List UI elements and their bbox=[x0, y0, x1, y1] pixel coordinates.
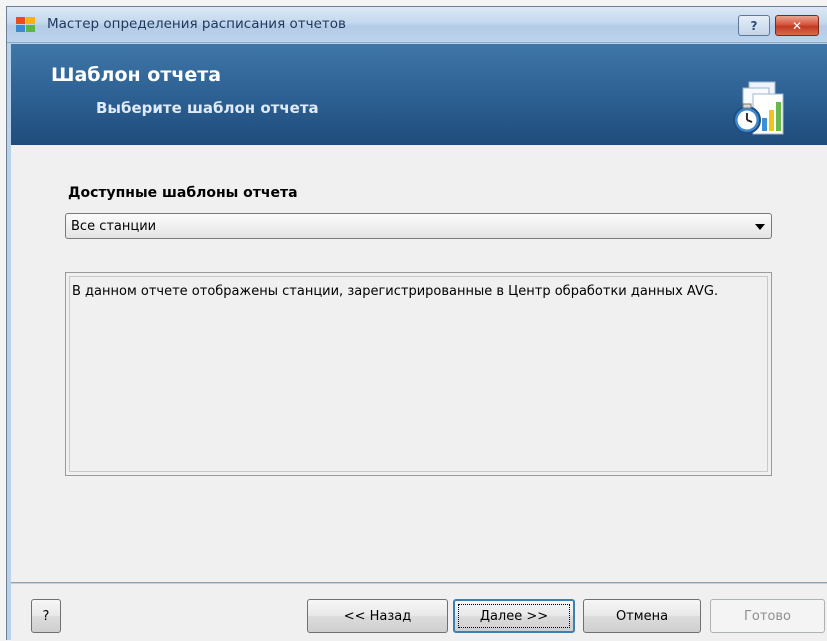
page-subtitle: Выберите шаблон отчета bbox=[96, 99, 319, 117]
page-title: Шаблон отчета bbox=[51, 64, 222, 86]
window-title: Мастер определения расписания отчетов bbox=[47, 16, 346, 32]
templates-label: Доступные шаблоны отчета bbox=[68, 185, 298, 201]
template-select[interactable]: Все станции bbox=[65, 213, 772, 239]
finish-button: Готово bbox=[710, 599, 825, 633]
next-button[interactable]: Далее >> bbox=[453, 599, 575, 633]
title-bar[interactable]: Мастер определения расписания отчетов ? … bbox=[7, 7, 827, 43]
help-button[interactable]: ? bbox=[31, 599, 61, 633]
focus-ring bbox=[458, 604, 570, 628]
back-button[interactable]: << Назад bbox=[307, 599, 448, 633]
wizard-footer: ? << Назад Далее >> Отмена Готово bbox=[11, 584, 827, 641]
template-select-value: Все станции bbox=[71, 219, 157, 234]
wizard-window: Мастер определения расписания отчетов ? … bbox=[6, 6, 827, 641]
template-description-box: В данном отчете отображены станции, заре… bbox=[65, 272, 772, 476]
title-help-button[interactable]: ? bbox=[738, 15, 770, 36]
template-description: В данном отчете отображены станции, заре… bbox=[72, 284, 719, 299]
avg-logo-icon bbox=[16, 17, 35, 32]
title-close-button[interactable]: ✕ bbox=[775, 15, 819, 36]
wizard-header: Шаблон отчета Выберите шаблон отчета bbox=[11, 44, 827, 145]
cancel-button[interactable]: Отмена bbox=[583, 599, 701, 633]
wizard-content: Доступные шаблоны отчета Все станции В д… bbox=[11, 145, 827, 583]
report-schedule-icon bbox=[733, 81, 784, 135]
description-frame: В данном отчете отображены станции, заре… bbox=[69, 276, 768, 472]
chevron-down-icon[interactable] bbox=[755, 224, 765, 230]
